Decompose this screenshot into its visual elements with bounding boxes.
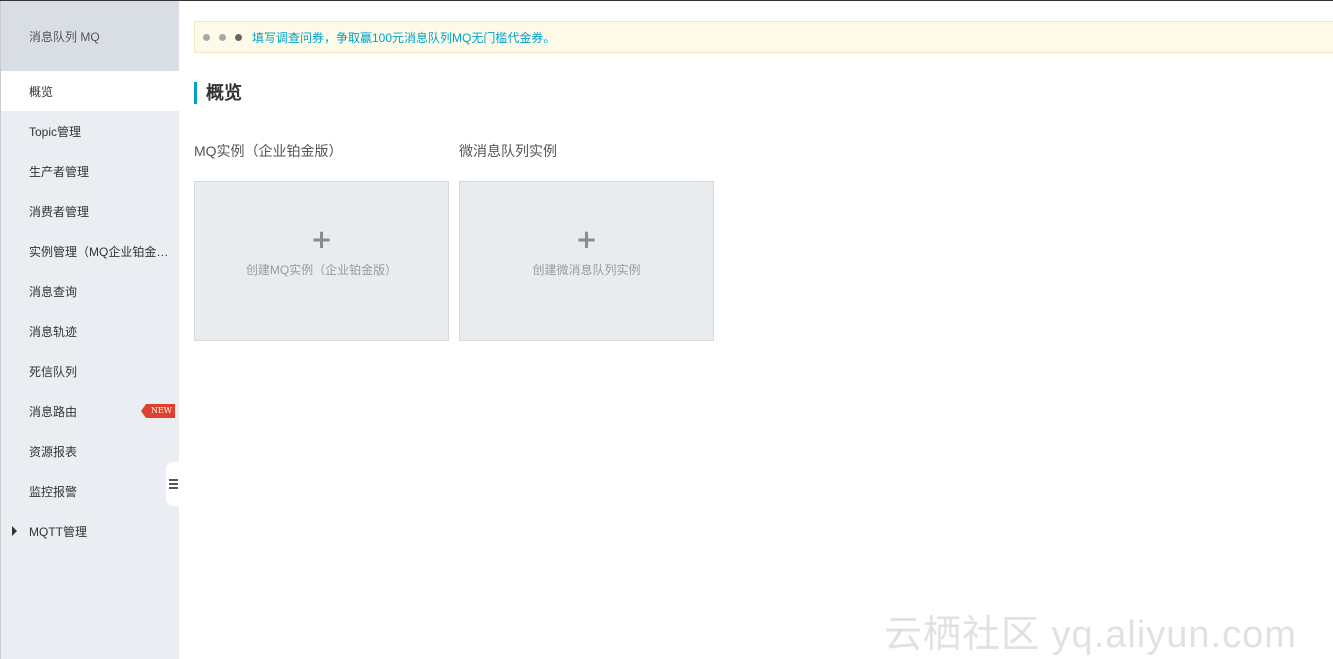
caret-right-icon [12, 526, 17, 536]
watermark: 云栖社区 yq.aliyun.com [884, 614, 1297, 656]
sidebar-nav: 概览 Topic管理 生产者管理 消费者管理 实例管理（MQ企业铂金版） 消息查… [1, 71, 179, 551]
carousel-dots [203, 33, 242, 41]
create-micro-mq-card[interactable]: + 创建微消息队列实例 [459, 181, 714, 341]
sidebar-item-label: 消息轨迹 [29, 324, 78, 339]
sidebar-item-label: 死信队列 [29, 364, 78, 379]
sidebar-item-label: 消息查询 [29, 284, 78, 299]
survey-link[interactable]: 填写调查问券，争取赢100元消息队列MQ无门槛代金券。 [252, 29, 555, 46]
create-mq-instance-card[interactable]: + 创建MQ实例（企业铂金版） [194, 181, 449, 341]
sidebar-item-label: MQTT管理 [29, 524, 87, 539]
sidebar: 消息队列 MQ 概览 Topic管理 生产者管理 消费者管理 实例管理（MQ企业… [0, 1, 179, 659]
sidebar-item-overview[interactable]: 概览 [1, 71, 179, 111]
sidebar-item-message-query[interactable]: 消息查询 [1, 271, 179, 311]
carousel-dot[interactable] [219, 33, 226, 41]
create-micro-mq-label: 创建微消息队列实例 [532, 263, 641, 277]
plus-icon: + [575, 225, 598, 255]
sidebar-item-mqtt[interactable]: MQTT管理 [1, 511, 179, 551]
sidebar-item-label: 消费者管理 [29, 204, 90, 219]
sidebar-title: 消息队列 MQ [1, 1, 179, 71]
sidebar-item-label: 概览 [29, 84, 54, 99]
new-badge: NEW [140, 404, 175, 418]
sidebar-item-message-trace[interactable]: 消息轨迹 [1, 311, 179, 351]
page-title: 概览 [194, 82, 242, 104]
create-mq-instance-label: 创建MQ实例（企业铂金版） [245, 263, 398, 277]
collapse-menu-icon [168, 477, 178, 491]
carousel-dot[interactable] [203, 33, 210, 41]
sidebar-item-dead-letter[interactable]: 死信队列 [1, 351, 179, 391]
sidebar-item-label: 监控报警 [29, 484, 78, 499]
section-label-mq-instance: MQ实例（企业铂金版） [194, 143, 343, 159]
sidebar-collapse-handle[interactable] [166, 462, 180, 506]
sidebar-item-message-route[interactable]: 消息路由 NEW [1, 391, 179, 431]
sidebar-item-consumer[interactable]: 消费者管理 [1, 191, 179, 231]
carousel-dot-active[interactable] [235, 33, 242, 41]
sidebar-item-topic[interactable]: Topic管理 [1, 111, 179, 151]
sidebar-item-label: 生产者管理 [29, 164, 90, 179]
notice-bar: 填写调查问券，争取赢100元消息队列MQ无门槛代金券。 [194, 21, 1333, 53]
sidebar-item-label: 实例管理（MQ企业铂金版） [29, 244, 169, 259]
sidebar-item-monitor-alarm[interactable]: 监控报警 [1, 471, 179, 511]
sidebar-item-label: Topic管理 [29, 124, 82, 139]
sidebar-item-label: 资源报表 [29, 444, 78, 459]
sidebar-item-instance[interactable]: 实例管理（MQ企业铂金版） [1, 231, 179, 271]
sidebar-item-label: 消息路由 [29, 404, 78, 419]
sidebar-item-resource-report[interactable]: 资源报表 [1, 431, 179, 471]
plus-icon: + [310, 225, 333, 255]
section-label-micro-mq: 微消息队列实例 [459, 143, 557, 159]
main-content: 填写调查问券，争取赢100元消息队列MQ无门槛代金券。 概览 MQ实例（企业铂金… [179, 1, 1333, 659]
sidebar-item-producer[interactable]: 生产者管理 [1, 151, 179, 191]
